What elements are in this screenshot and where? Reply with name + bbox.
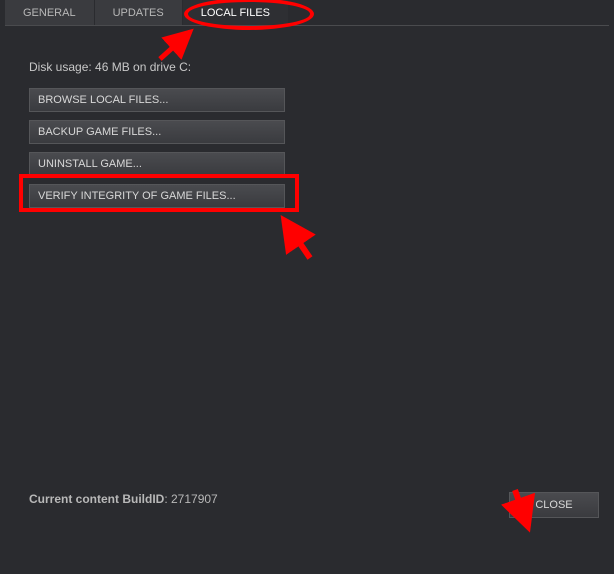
verify-integrity-button[interactable]: VERIFY INTEGRITY OF GAME FILES... [29, 184, 285, 208]
tab-bar: GENERAL UPDATES LOCAL FILES [5, 0, 609, 26]
build-id-value: : 2717907 [164, 492, 217, 506]
content-panel: Disk usage: 46 MB on drive C: BROWSE LOC… [5, 26, 609, 526]
build-info: Current content BuildID: 2717907 [29, 492, 218, 506]
uninstall-game-button[interactable]: UNINSTALL GAME... [29, 152, 285, 176]
tab-general[interactable]: GENERAL [5, 0, 95, 25]
tab-local-files[interactable]: LOCAL FILES [183, 0, 289, 25]
backup-game-files-button[interactable]: BACKUP GAME FILES... [29, 120, 285, 144]
build-id-label: Current content BuildID [29, 492, 164, 506]
action-button-group: BROWSE LOCAL FILES... BACKUP GAME FILES.… [29, 88, 285, 208]
browse-local-files-button[interactable]: BROWSE LOCAL FILES... [29, 88, 285, 112]
disk-usage-label: Disk usage: 46 MB on drive C: [29, 60, 589, 74]
close-button[interactable]: CLOSE [509, 492, 599, 518]
tab-updates[interactable]: UPDATES [95, 0, 183, 25]
